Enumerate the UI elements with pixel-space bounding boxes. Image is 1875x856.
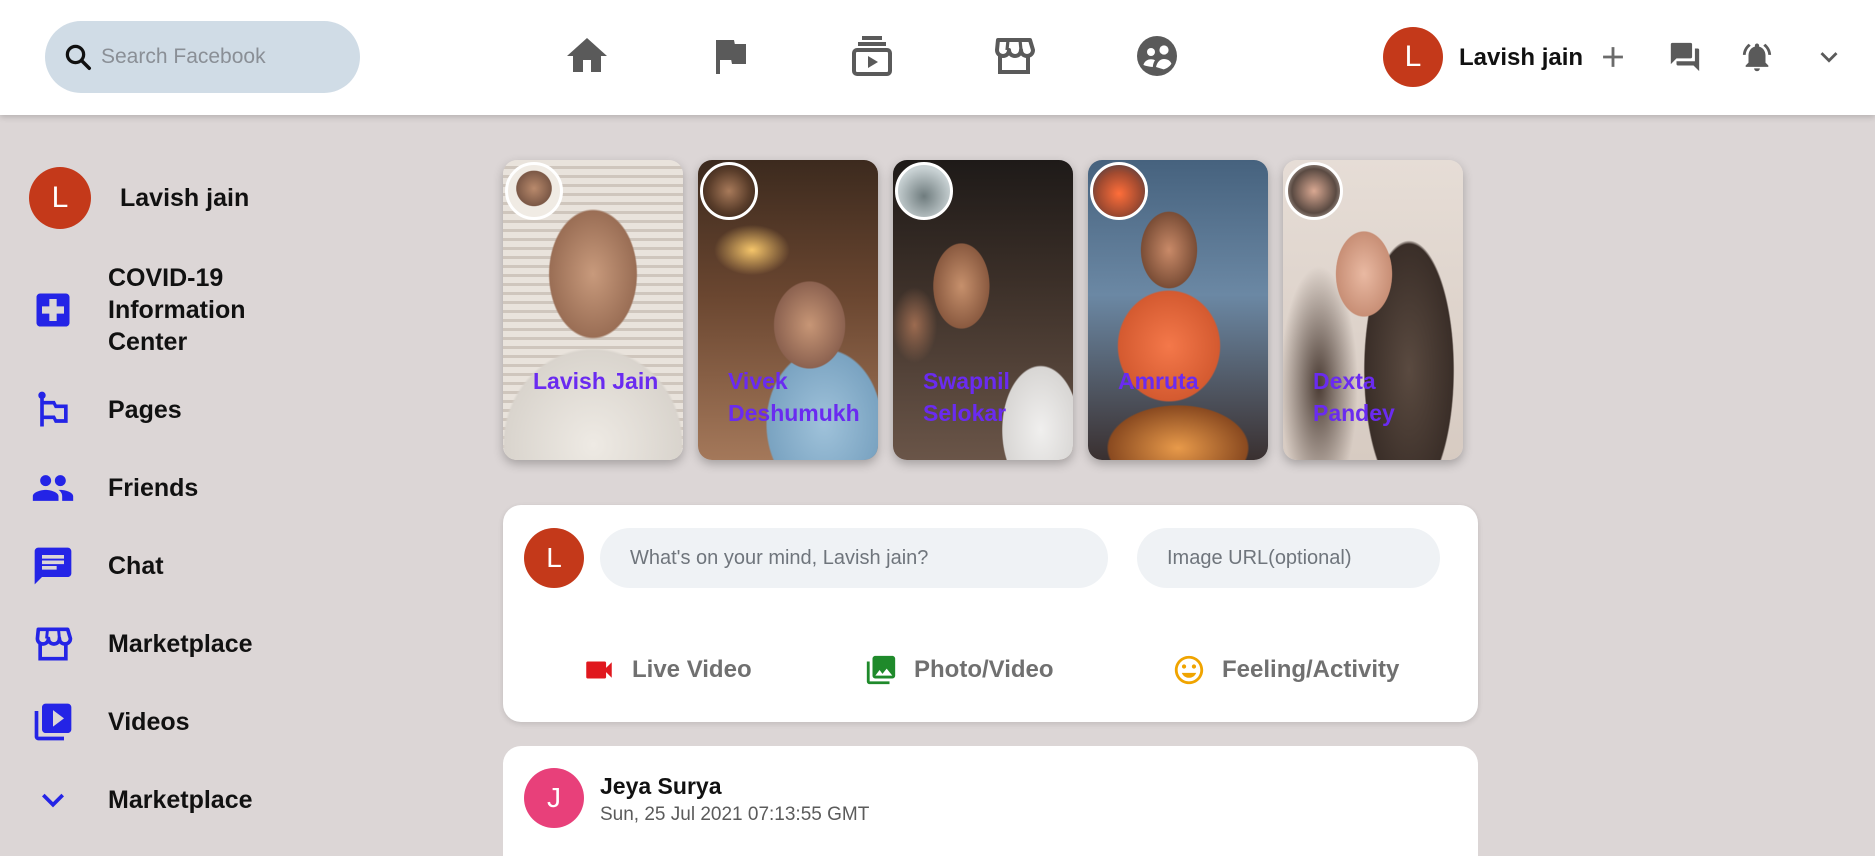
story-name: Vivek Deshumukh bbox=[728, 368, 860, 426]
messenger-button[interactable] bbox=[1662, 34, 1708, 80]
nav-home[interactable] bbox=[561, 30, 613, 82]
search-bar[interactable] bbox=[45, 21, 360, 93]
add-icon bbox=[1603, 47, 1623, 67]
top-header: L Lavish jain bbox=[0, 0, 1875, 115]
story-avatar bbox=[895, 162, 953, 220]
action-label: Live Video bbox=[632, 656, 752, 683]
sidebar-item-label: Videos bbox=[108, 708, 190, 736]
nav-pages[interactable] bbox=[704, 30, 756, 82]
sidebar-item-label: Friends bbox=[108, 474, 199, 502]
nav-groups[interactable] bbox=[1131, 30, 1183, 82]
sidebar-item-marketplace[interactable]: Marketplace bbox=[28, 619, 253, 669]
sidebar-item-label: Lavish jain bbox=[120, 184, 250, 212]
post-composer: L Live Video Photo/Video Feeling/Activit… bbox=[503, 505, 1478, 722]
status-text-input[interactable] bbox=[600, 528, 1108, 588]
sidebar-item-covid[interactable]: COVID-19 Information Center bbox=[28, 262, 268, 358]
action-label: Photo/Video bbox=[914, 656, 1054, 683]
feeling-activity-button[interactable]: Feeling/Activity bbox=[1172, 653, 1399, 687]
post-author-avatar[interactable]: J bbox=[524, 768, 584, 828]
emoji-flags-icon bbox=[28, 385, 78, 435]
photo-video-button[interactable]: Photo/Video bbox=[864, 653, 1054, 687]
story-name: Dexta Pandey bbox=[1313, 368, 1395, 426]
insert-emoticon-icon bbox=[1174, 655, 1204, 685]
expand-more-icon bbox=[28, 775, 78, 825]
action-label: Feeling/Activity bbox=[1222, 656, 1400, 683]
sidebar-item-label: Marketplace bbox=[108, 630, 253, 658]
sidebar-avatar: L bbox=[29, 167, 91, 229]
sidebar-item-label: Marketplace bbox=[108, 786, 253, 814]
forum-icon bbox=[1670, 42, 1700, 72]
story-card[interactable]: Vivek Deshumukh bbox=[698, 160, 878, 460]
search-input[interactable] bbox=[101, 45, 341, 69]
sidebar-item-friends[interactable]: Friends bbox=[28, 463, 198, 513]
notifications-button[interactable] bbox=[1734, 34, 1780, 80]
video-subscriptions-icon bbox=[852, 36, 892, 76]
story-avatar bbox=[1285, 162, 1343, 220]
sidebar-item-chat[interactable]: Chat bbox=[28, 541, 164, 591]
post-author-name[interactable]: Jeya Surya bbox=[600, 773, 721, 800]
story-card[interactable]: Swapnil Selokar bbox=[893, 160, 1073, 460]
sidebar-item-label: Pages bbox=[108, 396, 182, 424]
sidebar-item-label: Chat bbox=[108, 552, 164, 580]
story-name: Amruta bbox=[1118, 368, 1199, 394]
photo-library-icon bbox=[866, 655, 896, 685]
people-icon bbox=[28, 463, 78, 513]
story-avatar bbox=[700, 162, 758, 220]
video-library-icon bbox=[28, 697, 78, 747]
feed-post: J Jeya Surya Sun, 25 Jul 2021 07:13:55 G… bbox=[503, 746, 1478, 856]
search-icon bbox=[65, 44, 91, 70]
sidebar-item-videos[interactable]: Videos bbox=[28, 697, 190, 747]
story-avatar bbox=[1090, 162, 1148, 220]
story-avatar bbox=[505, 162, 563, 220]
videocam-icon bbox=[586, 661, 612, 679]
story-card[interactable]: Lavish Jain bbox=[503, 160, 683, 460]
composer-avatar: L bbox=[524, 528, 584, 588]
account-menu-button[interactable] bbox=[1806, 34, 1852, 80]
header-avatar[interactable]: L bbox=[1383, 27, 1443, 87]
notifications-active-icon bbox=[1742, 43, 1772, 72]
header-user-name[interactable]: Lavish jain bbox=[1459, 44, 1583, 72]
create-button[interactable] bbox=[1590, 34, 1636, 80]
image-url-input[interactable] bbox=[1137, 528, 1440, 588]
home-icon bbox=[567, 38, 607, 72]
story-card[interactable]: Dexta Pandey bbox=[1283, 160, 1463, 460]
local-hospital-icon bbox=[28, 285, 78, 335]
storefront-icon bbox=[995, 38, 1035, 74]
storefront-icon bbox=[28, 619, 78, 669]
story-name: Swapnil Selokar bbox=[923, 368, 1010, 426]
sidebar-item-pages[interactable]: Pages bbox=[28, 385, 182, 435]
story-name: Lavish Jain bbox=[533, 368, 659, 394]
sidebar-item-more[interactable]: Marketplace bbox=[28, 775, 253, 825]
expand-more-icon bbox=[1820, 52, 1838, 63]
sidebar-item-profile[interactable]: L Lavish jain bbox=[29, 167, 249, 229]
nav-watch[interactable] bbox=[846, 30, 898, 82]
sidebar-item-label: COVID-19 Information Center bbox=[108, 264, 246, 356]
flag-icon bbox=[716, 40, 746, 74]
story-card[interactable]: Amruta bbox=[1088, 160, 1268, 460]
nav-marketplace[interactable] bbox=[988, 30, 1040, 82]
chat-icon bbox=[28, 541, 78, 591]
supervised-user-icon bbox=[1137, 36, 1177, 76]
post-timestamp: Sun, 25 Jul 2021 07:13:55 GMT bbox=[600, 804, 870, 825]
live-video-button[interactable]: Live Video bbox=[582, 653, 752, 687]
